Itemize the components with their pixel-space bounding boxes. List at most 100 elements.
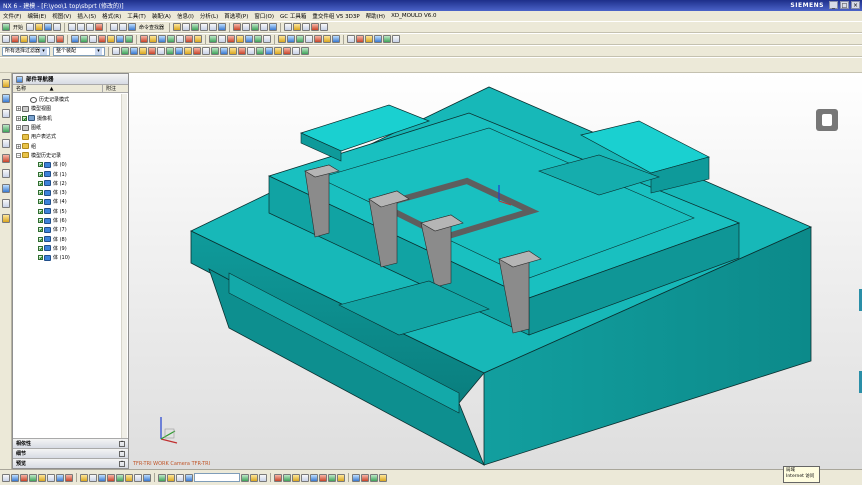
feature-tool-icon[interactable]: [296, 35, 304, 43]
assembly-navigator-icon[interactable]: [1, 79, 10, 88]
tree-node[interactable]: + 组: [13, 141, 128, 150]
menu-item[interactable]: 插入(S): [77, 12, 96, 20]
menu-item[interactable]: 格式(R): [102, 12, 121, 20]
status-tool-icon[interactable]: [11, 473, 19, 482]
feature-tool-icon[interactable]: [29, 35, 37, 43]
info-icon[interactable]: [302, 23, 311, 31]
menu-item[interactable]: 首选项(P): [224, 12, 248, 20]
feature-tool-icon[interactable]: [89, 35, 97, 43]
status-tool-icon[interactable]: [167, 473, 175, 482]
snap-point-icon[interactable]: [184, 47, 192, 55]
minimize-button[interactable]: _: [829, 1, 838, 9]
feature-tool-icon[interactable]: [20, 35, 28, 43]
delete-icon[interactable]: [95, 23, 104, 31]
snap-point-icon[interactable]: [175, 47, 183, 55]
feature-tool-icon[interactable]: [392, 35, 400, 43]
menu-item[interactable]: 重交件组 V5 3D3P: [312, 12, 359, 20]
snap-point-icon[interactable]: [148, 47, 156, 55]
window-icon[interactable]: [173, 23, 182, 31]
status-tool-icon[interactable]: [65, 473, 73, 482]
feature-tool-icon[interactable]: [11, 35, 19, 43]
analysis-icon[interactable]: [293, 23, 302, 31]
snap-point-icon[interactable]: [238, 47, 246, 55]
panel-section-0[interactable]: 相依性 ˅: [13, 438, 128, 448]
feature-tool-icon[interactable]: [38, 35, 46, 43]
status-tool-icon[interactable]: [134, 473, 142, 482]
panel-section-2[interactable]: 预览 ˅: [13, 458, 128, 468]
view-orientation-button[interactable]: [816, 109, 838, 131]
menu-item[interactable]: 帮助(H): [366, 12, 385, 20]
visibility-checkbox[interactable]: [38, 236, 43, 242]
cut-icon[interactable]: [68, 23, 77, 31]
feature-tool-icon[interactable]: [278, 35, 286, 43]
shaded-icon[interactable]: [233, 23, 242, 31]
menu-item[interactable]: 视图(V): [52, 12, 71, 20]
tree-node[interactable]: 用户表达式: [13, 132, 128, 141]
selection-filter-select[interactable]: 所有选择过滤器 ▾: [2, 46, 50, 56]
status-tool-icon[interactable]: [337, 473, 345, 482]
visibility-checkbox[interactable]: [22, 115, 27, 121]
new-icon[interactable]: [26, 23, 35, 31]
snap-point-icon[interactable]: [220, 47, 228, 55]
feature-tool-icon[interactable]: [287, 35, 295, 43]
copy-icon[interactable]: [77, 23, 86, 31]
snap-point-icon[interactable]: [283, 47, 291, 55]
layer-icon[interactable]: [269, 23, 278, 31]
feature-tool-icon[interactable]: [347, 35, 355, 43]
navigator-scrollbar[interactable]: [121, 94, 127, 444]
feature-tool-icon[interactable]: [227, 35, 235, 43]
visibility-checkbox[interactable]: [38, 245, 43, 251]
status-tool-icon[interactable]: [29, 473, 37, 482]
history-icon[interactable]: [1, 169, 10, 178]
snap-point-icon[interactable]: [274, 47, 282, 55]
wireframe-icon[interactable]: [242, 23, 251, 31]
status-tool-icon[interactable]: [38, 473, 46, 482]
status-tool-icon[interactable]: [47, 473, 55, 482]
status-tool-icon[interactable]: [143, 473, 151, 482]
feature-tool-icon[interactable]: [209, 35, 217, 43]
visibility-checkbox[interactable]: [38, 190, 43, 196]
status-tool-icon[interactable]: [2, 473, 10, 482]
tree-node[interactable]: 体 (0): [13, 160, 128, 169]
status-tool-icon[interactable]: [89, 473, 97, 482]
status-tool-icon[interactable]: [116, 473, 124, 482]
save-icon[interactable]: [44, 23, 53, 31]
feature-tool-icon[interactable]: [323, 35, 331, 43]
menu-item[interactable]: XD_MOULD V6.0: [391, 13, 436, 19]
process-studio-icon[interactable]: [1, 199, 10, 208]
status-tool-icon[interactable]: [20, 473, 28, 482]
command-finder-icon[interactable]: [128, 23, 137, 31]
feature-tool-icon[interactable]: [245, 35, 253, 43]
measure-icon[interactable]: [284, 23, 293, 31]
status-tool-icon[interactable]: [310, 473, 318, 482]
visibility-checkbox[interactable]: [38, 199, 43, 205]
visibility-checkbox[interactable]: [38, 208, 43, 214]
close-button[interactable]: ×: [851, 1, 860, 9]
menu-item[interactable]: 编辑(E): [27, 12, 46, 20]
status-tool-icon[interactable]: [361, 473, 369, 482]
start-icon[interactable]: [2, 23, 10, 31]
expand-toggle-icon[interactable]: +: [16, 143, 21, 149]
status-input[interactable]: [194, 473, 240, 482]
command-finder-label[interactable]: 命令查找器: [139, 24, 164, 31]
status-tool-icon[interactable]: [274, 473, 282, 482]
snap-point-icon[interactable]: [292, 47, 300, 55]
tree-node[interactable]: 体 (9): [13, 244, 128, 253]
feature-tool-icon[interactable]: [47, 35, 55, 43]
feature-tool-icon[interactable]: [98, 35, 106, 43]
snap-point-icon[interactable]: [121, 47, 129, 55]
status-tool-icon[interactable]: [352, 473, 360, 482]
paste-icon[interactable]: [86, 23, 95, 31]
tree-node[interactable]: 体 (7): [13, 225, 128, 234]
feature-tool-icon[interactable]: [185, 35, 193, 43]
visibility-checkbox[interactable]: [38, 227, 43, 233]
rotate-icon[interactable]: [218, 23, 227, 31]
snap-point-icon[interactable]: [130, 47, 138, 55]
status-tool-icon[interactable]: [241, 473, 249, 482]
zoom-icon[interactable]: [200, 23, 209, 31]
menu-item[interactable]: 文件(F): [3, 12, 21, 20]
snap-point-icon[interactable]: [211, 47, 219, 55]
feature-tool-icon[interactable]: [263, 35, 271, 43]
panel-section-1[interactable]: 细节 ˅: [13, 448, 128, 458]
menu-item[interactable]: 装配(A): [152, 12, 171, 20]
